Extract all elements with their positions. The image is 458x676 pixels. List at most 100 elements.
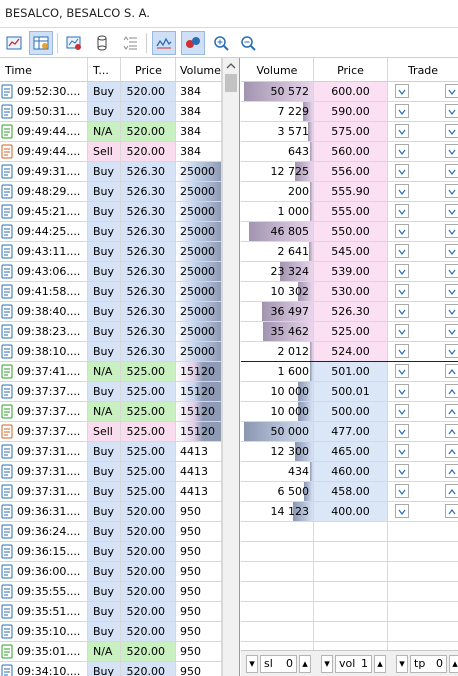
table-row[interactable]: 09:37:37.... N/A 525.00 15120 xyxy=(0,402,222,422)
table-row[interactable]: 09:49:31.... Buy 526.30 25000 xyxy=(0,162,222,182)
tp-up-button[interactable]: ▴ xyxy=(449,655,458,673)
ask-row[interactable]: 200 555.90 xyxy=(241,182,458,202)
table-row[interactable]: 09:37:37.... Sell 525.00 15120 xyxy=(0,422,222,442)
bid-row[interactable]: 6 500 458.00 xyxy=(241,482,458,502)
table-row[interactable]: 09:35:01.... N/A 520.00 950 xyxy=(0,642,222,662)
zoom-in-button[interactable] xyxy=(209,31,233,55)
trade-action-button[interactable] xyxy=(445,424,458,438)
bid-row[interactable]: 1 600 501.00 xyxy=(241,362,458,382)
bid-row[interactable]: 12 300 465.00 xyxy=(241,442,458,462)
trade-dropdown-button[interactable] xyxy=(395,444,409,458)
header-price[interactable]: Price xyxy=(121,58,176,82)
trade-action-button[interactable] xyxy=(445,144,458,158)
trade-dropdown-button[interactable] xyxy=(395,324,409,338)
bid-row[interactable]: 50 000 477.00 xyxy=(241,422,458,442)
ask-row[interactable]: 50 572 600.00 xyxy=(241,82,458,102)
trade-dropdown-button[interactable] xyxy=(395,144,409,158)
ask-row[interactable]: 23 324 539.00 xyxy=(241,262,458,282)
trade-dropdown-button[interactable] xyxy=(395,304,409,318)
table-row[interactable]: 09:49:44.... N/A 520.00 384 xyxy=(0,122,222,142)
table-row[interactable]: 09:44:25.... Buy 526.30 25000 xyxy=(0,222,222,242)
table-row[interactable]: 09:35:55.... Buy 520.00 950 xyxy=(0,582,222,602)
trade-ticket-button[interactable] xyxy=(62,31,86,55)
trade-dropdown-button[interactable] xyxy=(395,244,409,258)
trade-action-button[interactable] xyxy=(445,344,458,358)
ask-row[interactable]: 10 302 530.00 xyxy=(241,282,458,302)
ask-row[interactable]: 1 000 555.00 xyxy=(241,202,458,222)
trade-dropdown-button[interactable] xyxy=(395,424,409,438)
trade-action-button[interactable] xyxy=(445,184,458,198)
scroll-up-icon[interactable] xyxy=(226,62,236,70)
table-row[interactable]: 09:38:10.... Buy 526.30 25000 xyxy=(0,342,222,362)
ask-row[interactable]: 46 805 550.00 xyxy=(241,222,458,242)
trade-dropdown-button[interactable] xyxy=(395,84,409,98)
header-depth-trade[interactable]: Trade xyxy=(388,58,458,82)
bid-row[interactable]: 14 123 400.00 xyxy=(241,502,458,522)
vol-down-button[interactable]: ▾ xyxy=(321,655,333,673)
table-row[interactable]: 09:52:30.... Buy 520.00 384 xyxy=(0,82,222,102)
trade-action-button[interactable] xyxy=(445,504,458,518)
ask-row[interactable]: 2 012 524.00 xyxy=(241,342,458,362)
trade-action-button[interactable] xyxy=(445,444,458,458)
dots-button[interactable] xyxy=(181,31,205,55)
sl-down-button[interactable]: ▾ xyxy=(246,655,258,673)
trade-dropdown-button[interactable] xyxy=(395,344,409,358)
table-row[interactable]: 09:43:06.... Buy 526.30 25000 xyxy=(0,262,222,282)
empty-row[interactable] xyxy=(241,562,458,582)
trade-action-button[interactable] xyxy=(445,464,458,478)
table-row[interactable]: 09:37:31.... Buy 525.00 4413 xyxy=(0,462,222,482)
bid-row[interactable]: 10 000 500.00 xyxy=(241,402,458,422)
empty-row[interactable] xyxy=(241,542,458,562)
ask-row[interactable]: 36 497 526.30 xyxy=(241,302,458,322)
trade-action-button[interactable] xyxy=(445,104,458,118)
trade-action-button[interactable] xyxy=(445,84,458,98)
trade-dropdown-button[interactable] xyxy=(395,224,409,238)
trade-action-button[interactable] xyxy=(445,164,458,178)
trade-dropdown-button[interactable] xyxy=(395,384,409,398)
empty-row[interactable] xyxy=(241,622,458,642)
trade-action-button[interactable] xyxy=(445,324,458,338)
table-row[interactable]: 09:35:51.... Buy 520.00 950 xyxy=(0,602,222,622)
table-row[interactable]: 09:37:31.... Buy 525.00 4413 xyxy=(0,442,222,462)
trade-dropdown-button[interactable] xyxy=(395,504,409,518)
tp-field[interactable]: tp 0 xyxy=(410,655,447,673)
trade-action-button[interactable] xyxy=(445,244,458,258)
cylinder-button[interactable] xyxy=(90,31,114,55)
ask-row[interactable]: 7 229 590.00 xyxy=(241,102,458,122)
trade-dropdown-button[interactable] xyxy=(395,484,409,498)
table-row[interactable]: 09:38:23.... Buy 526.30 25000 xyxy=(0,322,222,342)
trade-dropdown-button[interactable] xyxy=(395,264,409,278)
trades-scrollbar[interactable] xyxy=(222,58,240,676)
header-depth-volume[interactable]: Volume xyxy=(241,58,314,82)
table-row[interactable]: 09:37:41.... N/A 525.00 15120 xyxy=(0,362,222,382)
ask-row[interactable]: 643 560.00 xyxy=(241,142,458,162)
trade-action-button[interactable] xyxy=(445,384,458,398)
ask-row[interactable]: 12 725 556.00 xyxy=(241,162,458,182)
table-row[interactable]: 09:36:15.... Buy 520.00 950 xyxy=(0,542,222,562)
ask-row[interactable]: 35 462 525.00 xyxy=(241,322,458,342)
depth-table-button[interactable] xyxy=(29,31,53,55)
empty-row[interactable] xyxy=(241,582,458,602)
table-row[interactable]: 09:37:31.... Buy 525.00 4413 xyxy=(0,482,222,502)
ask-row[interactable]: 2 641 545.00 xyxy=(241,242,458,262)
sl-field[interactable]: sl 0 xyxy=(260,655,297,673)
trade-action-button[interactable] xyxy=(445,484,458,498)
table-row[interactable]: 09:36:24.... Buy 520.00 950 xyxy=(0,522,222,542)
header-volume[interactable]: Volume xyxy=(176,58,222,82)
bid-row[interactable]: 10 000 500.01 xyxy=(241,382,458,402)
table-row[interactable]: 09:35:10.... Buy 520.00 950 xyxy=(0,622,222,642)
header-type[interactable]: T... xyxy=(88,58,121,82)
trade-action-button[interactable] xyxy=(445,124,458,138)
tick-chart-button[interactable] xyxy=(152,31,176,55)
chart-button[interactable] xyxy=(2,31,26,55)
trade-dropdown-button[interactable] xyxy=(395,284,409,298)
header-depth-price[interactable]: Price xyxy=(314,58,388,82)
table-row[interactable]: 09:38:40.... Buy 526.30 25000 xyxy=(0,302,222,322)
sort-button[interactable] xyxy=(118,31,142,55)
table-row[interactable]: 09:36:31.... Buy 520.00 950 xyxy=(0,502,222,522)
table-row[interactable]: 09:43:11.... Buy 526.30 25000 xyxy=(0,242,222,262)
empty-row[interactable] xyxy=(241,522,458,542)
trade-action-button[interactable] xyxy=(445,284,458,298)
sl-up-button[interactable]: ▴ xyxy=(299,655,311,673)
table-row[interactable]: 09:37:37.... Buy 525.00 15120 xyxy=(0,382,222,402)
